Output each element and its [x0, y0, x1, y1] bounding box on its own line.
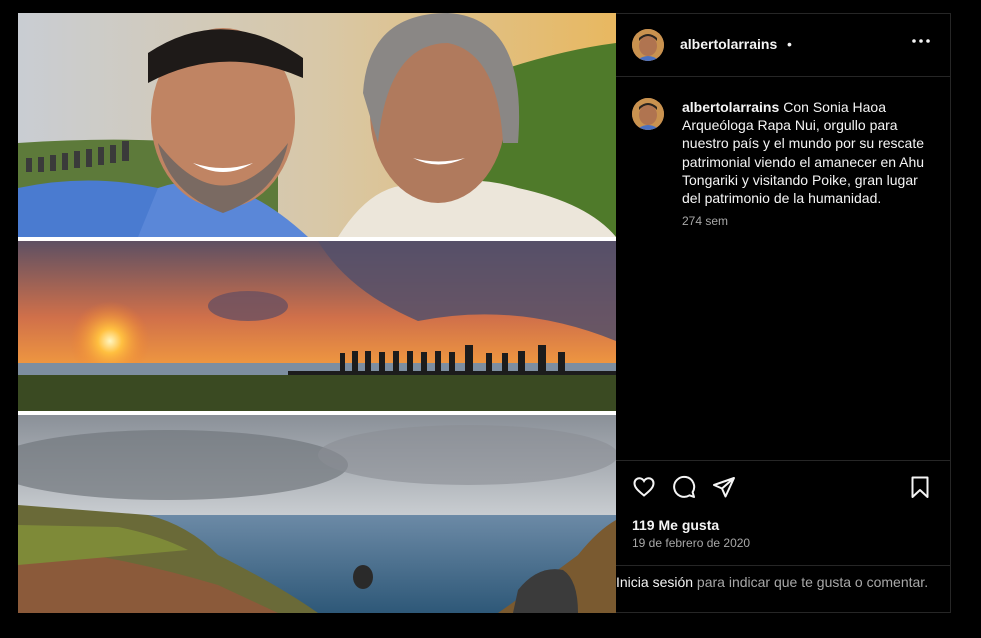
- comment-icon[interactable]: [672, 475, 698, 501]
- caption-text: albertolarrains Con Sonia Haoa Arqueóloga…: [682, 98, 937, 207]
- username-link[interactable]: albertolarrains: [680, 36, 777, 52]
- likes-count[interactable]: 119 Me gusta: [632, 517, 719, 533]
- login-prompt: Inicia sesión para indicar que te gusta …: [616, 565, 950, 613]
- post-date: 19 de febrero de 2020: [632, 536, 751, 550]
- caption-avatar[interactable]: [632, 98, 664, 130]
- post-media-collage[interactable]: [18, 13, 616, 613]
- login-prompt-text: para indicar que te gusta o comentar.: [693, 574, 929, 590]
- post-caption: albertolarrains Con Sonia Haoa Arqueóloga…: [632, 98, 937, 228]
- avatar[interactable]: [632, 29, 664, 61]
- post-details-panel: albertolarrains • albertolarrains Con Son…: [616, 13, 951, 613]
- selfie-photo: [18, 13, 616, 237]
- post-time: 274 sem: [682, 214, 729, 229]
- more-options-icon[interactable]: [910, 31, 932, 51]
- separator-dot: •: [787, 36, 792, 52]
- bookmark-icon[interactable]: [908, 475, 934, 501]
- caption-username-link[interactable]: albertolarrains: [682, 99, 779, 115]
- sunrise-moai-photo: [18, 241, 616, 411]
- login-link[interactable]: Inicia sesión: [616, 574, 693, 590]
- heart-icon[interactable]: [632, 475, 658, 501]
- post-header: albertolarrains •: [616, 14, 950, 77]
- post-actions: 119 Me gusta 19 de febrero de 2020 Inici…: [616, 460, 950, 613]
- share-icon[interactable]: [712, 475, 738, 501]
- instagram-post: albertolarrains • albertolarrains Con Son…: [18, 13, 951, 613]
- coastal-landscape-photo: [18, 415, 616, 613]
- caption-body: Con Sonia Haoa Arqueóloga Rapa Nui, orgu…: [682, 99, 925, 207]
